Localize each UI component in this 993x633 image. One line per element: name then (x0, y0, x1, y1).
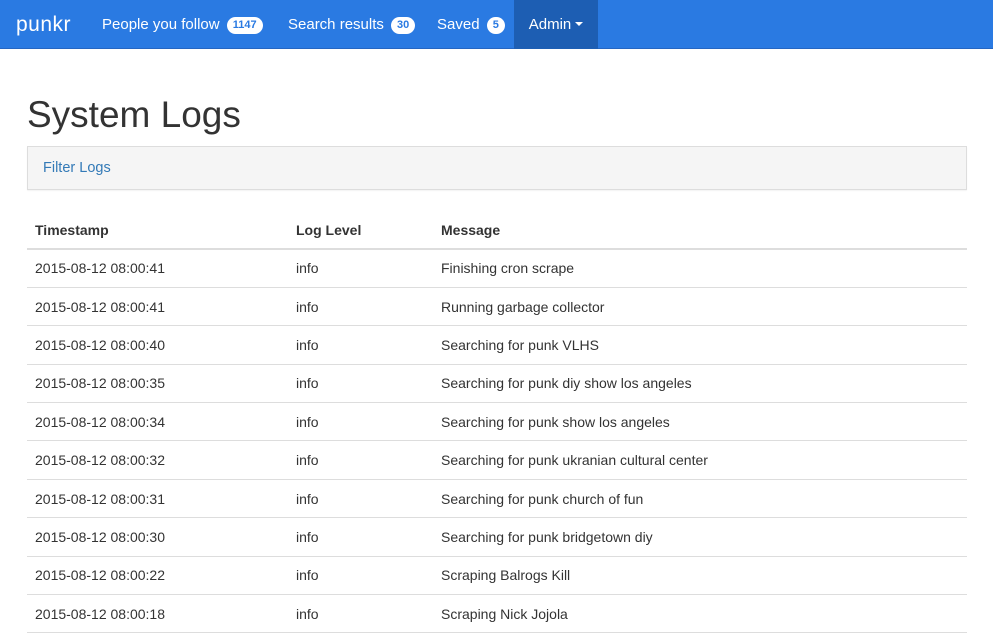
table-header-row: Timestamp Log Level Message (27, 211, 967, 250)
table-row: 2015-08-12 08:00:40 info Searching for p… (27, 325, 967, 365)
table-row: 2015-08-12 08:00:18 info Scraping Nick J… (27, 594, 967, 633)
nav-search-results-label: Search results (288, 16, 384, 33)
page-title: System Logs (27, 94, 241, 135)
cell-message: Searching for punk ukranian cultural cen… (433, 440, 967, 480)
cell-message: Searching for punk church of fun (433, 479, 967, 519)
cell-timestamp: 2015-08-12 08:00:31 (27, 479, 288, 519)
navbar: punkr People you follow 1147 Search resu… (0, 0, 993, 49)
table-row: 2015-08-12 08:00:41 info Running garbage… (27, 287, 967, 327)
cell-log-level: info (288, 287, 433, 327)
column-header-message: Message (433, 211, 967, 250)
cell-message: Searching for punk show los angeles (433, 402, 967, 442)
cell-timestamp: 2015-08-12 08:00:22 (27, 556, 288, 596)
column-header-timestamp: Timestamp (27, 211, 288, 250)
cell-timestamp: 2015-08-12 08:00:34 (27, 402, 288, 442)
cell-message: Running garbage collector (433, 287, 967, 327)
logs-table: Timestamp Log Level Message 2015-08-12 0… (27, 211, 967, 633)
cell-log-level: info (288, 594, 433, 633)
follow-count-badge: 1147 (226, 17, 263, 34)
nav-admin-label: Admin (528, 16, 572, 33)
nav-people-you-follow[interactable]: People you follow 1147 (102, 0, 263, 49)
cell-log-level: info (288, 249, 433, 288)
cell-message: Scraping Balrogs Kill (433, 556, 967, 596)
cell-timestamp: 2015-08-12 08:00:18 (27, 594, 288, 633)
cell-log-level: info (288, 325, 433, 365)
nav-admin-dropdown[interactable]: Admin (514, 0, 598, 49)
nav-saved[interactable]: Saved 5 (437, 0, 505, 49)
table-row: 2015-08-12 08:00:32 info Searching for p… (27, 440, 967, 480)
filter-panel: Filter Logs (27, 146, 967, 190)
cell-timestamp: 2015-08-12 08:00:32 (27, 440, 288, 480)
cell-log-level: info (288, 440, 433, 480)
brand-logo[interactable]: punkr (16, 0, 71, 49)
cell-log-level: info (288, 479, 433, 519)
cell-timestamp: 2015-08-12 08:00:41 (27, 249, 288, 288)
table-row: 2015-08-12 08:00:31 info Searching for p… (27, 479, 967, 519)
search-results-badge: 30 (391, 17, 416, 34)
cell-log-level: info (288, 364, 433, 404)
cell-message: Searching for punk VLHS (433, 325, 967, 365)
filter-logs-link[interactable]: Filter Logs (43, 147, 111, 189)
nav-saved-label: Saved (437, 16, 480, 33)
saved-count-badge: 5 (486, 17, 505, 34)
cell-log-level: info (288, 556, 433, 596)
cell-log-level: info (288, 517, 433, 557)
cell-message: Searching for punk diy show los angeles (433, 364, 967, 404)
nav-people-you-follow-label: People you follow (102, 16, 220, 33)
table-row: 2015-08-12 08:00:35 info Searching for p… (27, 364, 967, 404)
table-row: 2015-08-12 08:00:22 info Scraping Balrog… (27, 556, 967, 596)
table-row: 2015-08-12 08:00:41 info Finishing cron … (27, 249, 967, 288)
cell-message: Scraping Nick Jojola (433, 594, 967, 633)
cell-message: Finishing cron scrape (433, 249, 967, 288)
cell-timestamp: 2015-08-12 08:00:40 (27, 325, 288, 365)
caret-down-icon (575, 22, 584, 26)
cell-timestamp: 2015-08-12 08:00:41 (27, 287, 288, 327)
table-row: 2015-08-12 08:00:34 info Searching for p… (27, 402, 967, 442)
nav-search-results[interactable]: Search results 30 (288, 0, 416, 49)
cell-timestamp: 2015-08-12 08:00:35 (27, 364, 288, 404)
table-row: 2015-08-12 08:00:30 info Searching for p… (27, 517, 967, 557)
cell-message: Searching for punk bridgetown diy (433, 517, 967, 557)
cell-log-level: info (288, 402, 433, 442)
column-header-log-level: Log Level (288, 211, 433, 250)
cell-timestamp: 2015-08-12 08:00:30 (27, 517, 288, 557)
